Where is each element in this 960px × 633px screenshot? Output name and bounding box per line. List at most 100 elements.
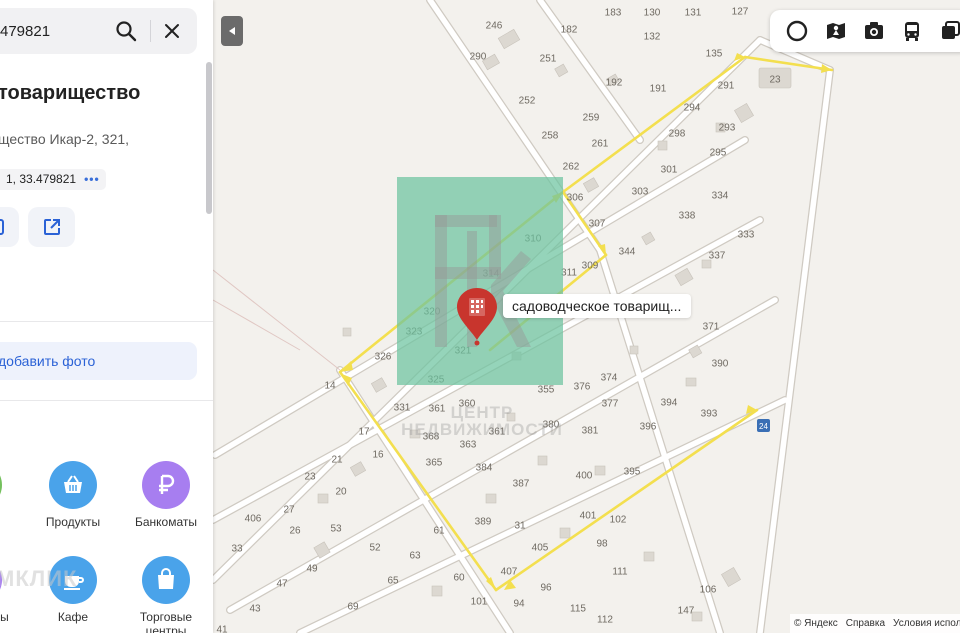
category-shopping-malls[interactable]: Торговые центры (126, 556, 206, 633)
traffic-layer-button[interactable] (778, 10, 816, 52)
plot-number-label: 387 (512, 478, 530, 490)
plot-number-label: 407 (500, 566, 518, 578)
coordinates-text: 1, 33.479821 (6, 172, 77, 186)
close-icon[interactable] (162, 21, 182, 41)
plot-number-label: 31 (514, 520, 526, 532)
plot-number-label: 60 (453, 572, 465, 584)
coordinates-chip[interactable]: 1, 33.479821 ••• (0, 169, 106, 190)
plot-number-label: 258 (541, 130, 559, 142)
bookmark-icon (0, 219, 4, 235)
plot-number-label: 301 (660, 164, 678, 176)
plot-number-label: 61 (433, 525, 445, 537)
plot-number-label: 365 (425, 457, 443, 469)
plot-number-label: 396 (639, 421, 657, 433)
yandex-copyright-link[interactable]: © Яндекс (794, 618, 838, 629)
plot-number-label: 20 (335, 486, 347, 498)
pin-label[interactable]: садоводческое товарищ... (503, 294, 692, 318)
search-icon[interactable] (114, 19, 138, 43)
watermark-logo (397, 177, 563, 385)
copyright-bar: © Яндекс Справка Условия исполь (790, 614, 960, 633)
plot-number-label: 132 (643, 31, 661, 43)
plot-number-label: 23 (304, 471, 316, 483)
plot-number-label: 394 (660, 397, 678, 409)
plot-number-label: 115 (570, 603, 586, 615)
category-circle (49, 461, 97, 509)
panorama-button[interactable] (816, 10, 854, 52)
category-label: ды (0, 610, 9, 624)
plot-number-label: 401 (579, 510, 597, 522)
category-atms[interactable]: Банкоматы (126, 461, 206, 529)
plot-number-label: 405 (531, 542, 549, 554)
bookmark-button[interactable] (0, 207, 19, 247)
plot-number-label: 303 (631, 186, 649, 198)
plot-number-label: 395 (623, 466, 641, 478)
map-person-icon (826, 23, 845, 39)
watermark-text: ЦЕНТР НЕДВИЖИМОСТИ (401, 403, 563, 439)
plot-number-label: 390 (711, 358, 729, 370)
search-divider (150, 20, 151, 42)
plot-number-label: 309 (581, 260, 599, 272)
category-label: Торговые центры (139, 610, 193, 633)
share-external-icon (43, 219, 60, 235)
layers-button[interactable] (932, 10, 960, 52)
plot-number-label: 363 (459, 439, 477, 451)
plot-number-label: 252 (518, 95, 536, 107)
plot-number-label: 293 (718, 122, 736, 134)
plot-number-label: 53 (330, 523, 342, 535)
plot-number-label: 376 (573, 381, 591, 393)
category-partial-green[interactable] (0, 461, 18, 509)
plot-number-label: 130 (643, 7, 661, 19)
help-link[interactable]: Справка (846, 618, 885, 629)
plot-number-label: 33 (231, 543, 243, 555)
plot-number-label: 17 (358, 426, 370, 438)
bus-icon (905, 22, 920, 41)
plot-number-label: 21 (331, 454, 343, 466)
collapse-panel-button[interactable] (221, 16, 243, 46)
ruble-icon (159, 474, 175, 494)
panel-scrollbar[interactable] (206, 62, 212, 214)
plot-number-label: 374 (600, 372, 618, 384)
plot-number-label: 298 (668, 128, 686, 140)
plot-number-label: 377 (601, 398, 619, 410)
plot-number-label: 337 (708, 250, 726, 262)
plot-number-label: 406 (244, 513, 262, 525)
category-circle (142, 556, 190, 604)
plot-number-label: 26 (289, 525, 301, 537)
transport-layer-button[interactable] (893, 10, 931, 52)
yandex-maps-window: 24 246 183 130 131 127 290 182 132 251 135 23 192 19… (0, 0, 960, 633)
plot-number-label: 182 (560, 24, 578, 36)
terms-link[interactable]: Условия исполь (893, 618, 960, 629)
plot-number-label: 43 (249, 603, 261, 615)
plot-number-label: 16 (372, 449, 384, 461)
category-circle (142, 461, 190, 509)
plot-number-label: 246 (485, 20, 503, 32)
plot-number-label: 290 (469, 51, 487, 63)
plot-number-label: 14 (324, 380, 336, 392)
plot-number-label: 106 (699, 584, 717, 596)
plot-number-label: 147 (677, 605, 695, 617)
category-label: Банкоматы (134, 515, 197, 529)
place-card-panel: товарищество щество Икар-2, 321, 1, 33.4… (0, 0, 213, 633)
place-address: щество Икар-2, 321, (0, 131, 130, 147)
watermark-ghost-text: МКЛИК (0, 566, 78, 591)
add-photo-button[interactable]: добавить фото (0, 342, 197, 380)
plot-number-label: 112 (597, 614, 613, 626)
search-input[interactable] (0, 8, 100, 54)
more-dots-icon[interactable]: ••• (84, 172, 100, 190)
share-button[interactable] (28, 207, 75, 247)
map-toolbar (770, 10, 960, 52)
photo-layer-button[interactable] (855, 10, 893, 52)
plot-number-label: 389 (474, 516, 492, 528)
plot-number-label: 338 (678, 210, 696, 222)
location-pin-icon[interactable] (455, 286, 499, 346)
plot-number-label: 131 (684, 7, 702, 19)
section-divider (0, 400, 213, 401)
category-groceries[interactable]: Продукты (33, 461, 113, 529)
plot-number-label: 400 (575, 470, 593, 482)
basket-icon (64, 475, 82, 493)
plot-number-label: 384 (475, 462, 493, 474)
plot-number-label: 355 (537, 384, 555, 396)
category-label: Продукты (45, 515, 101, 529)
traffic-circle-icon (787, 20, 808, 42)
category-icon (0, 461, 2, 509)
